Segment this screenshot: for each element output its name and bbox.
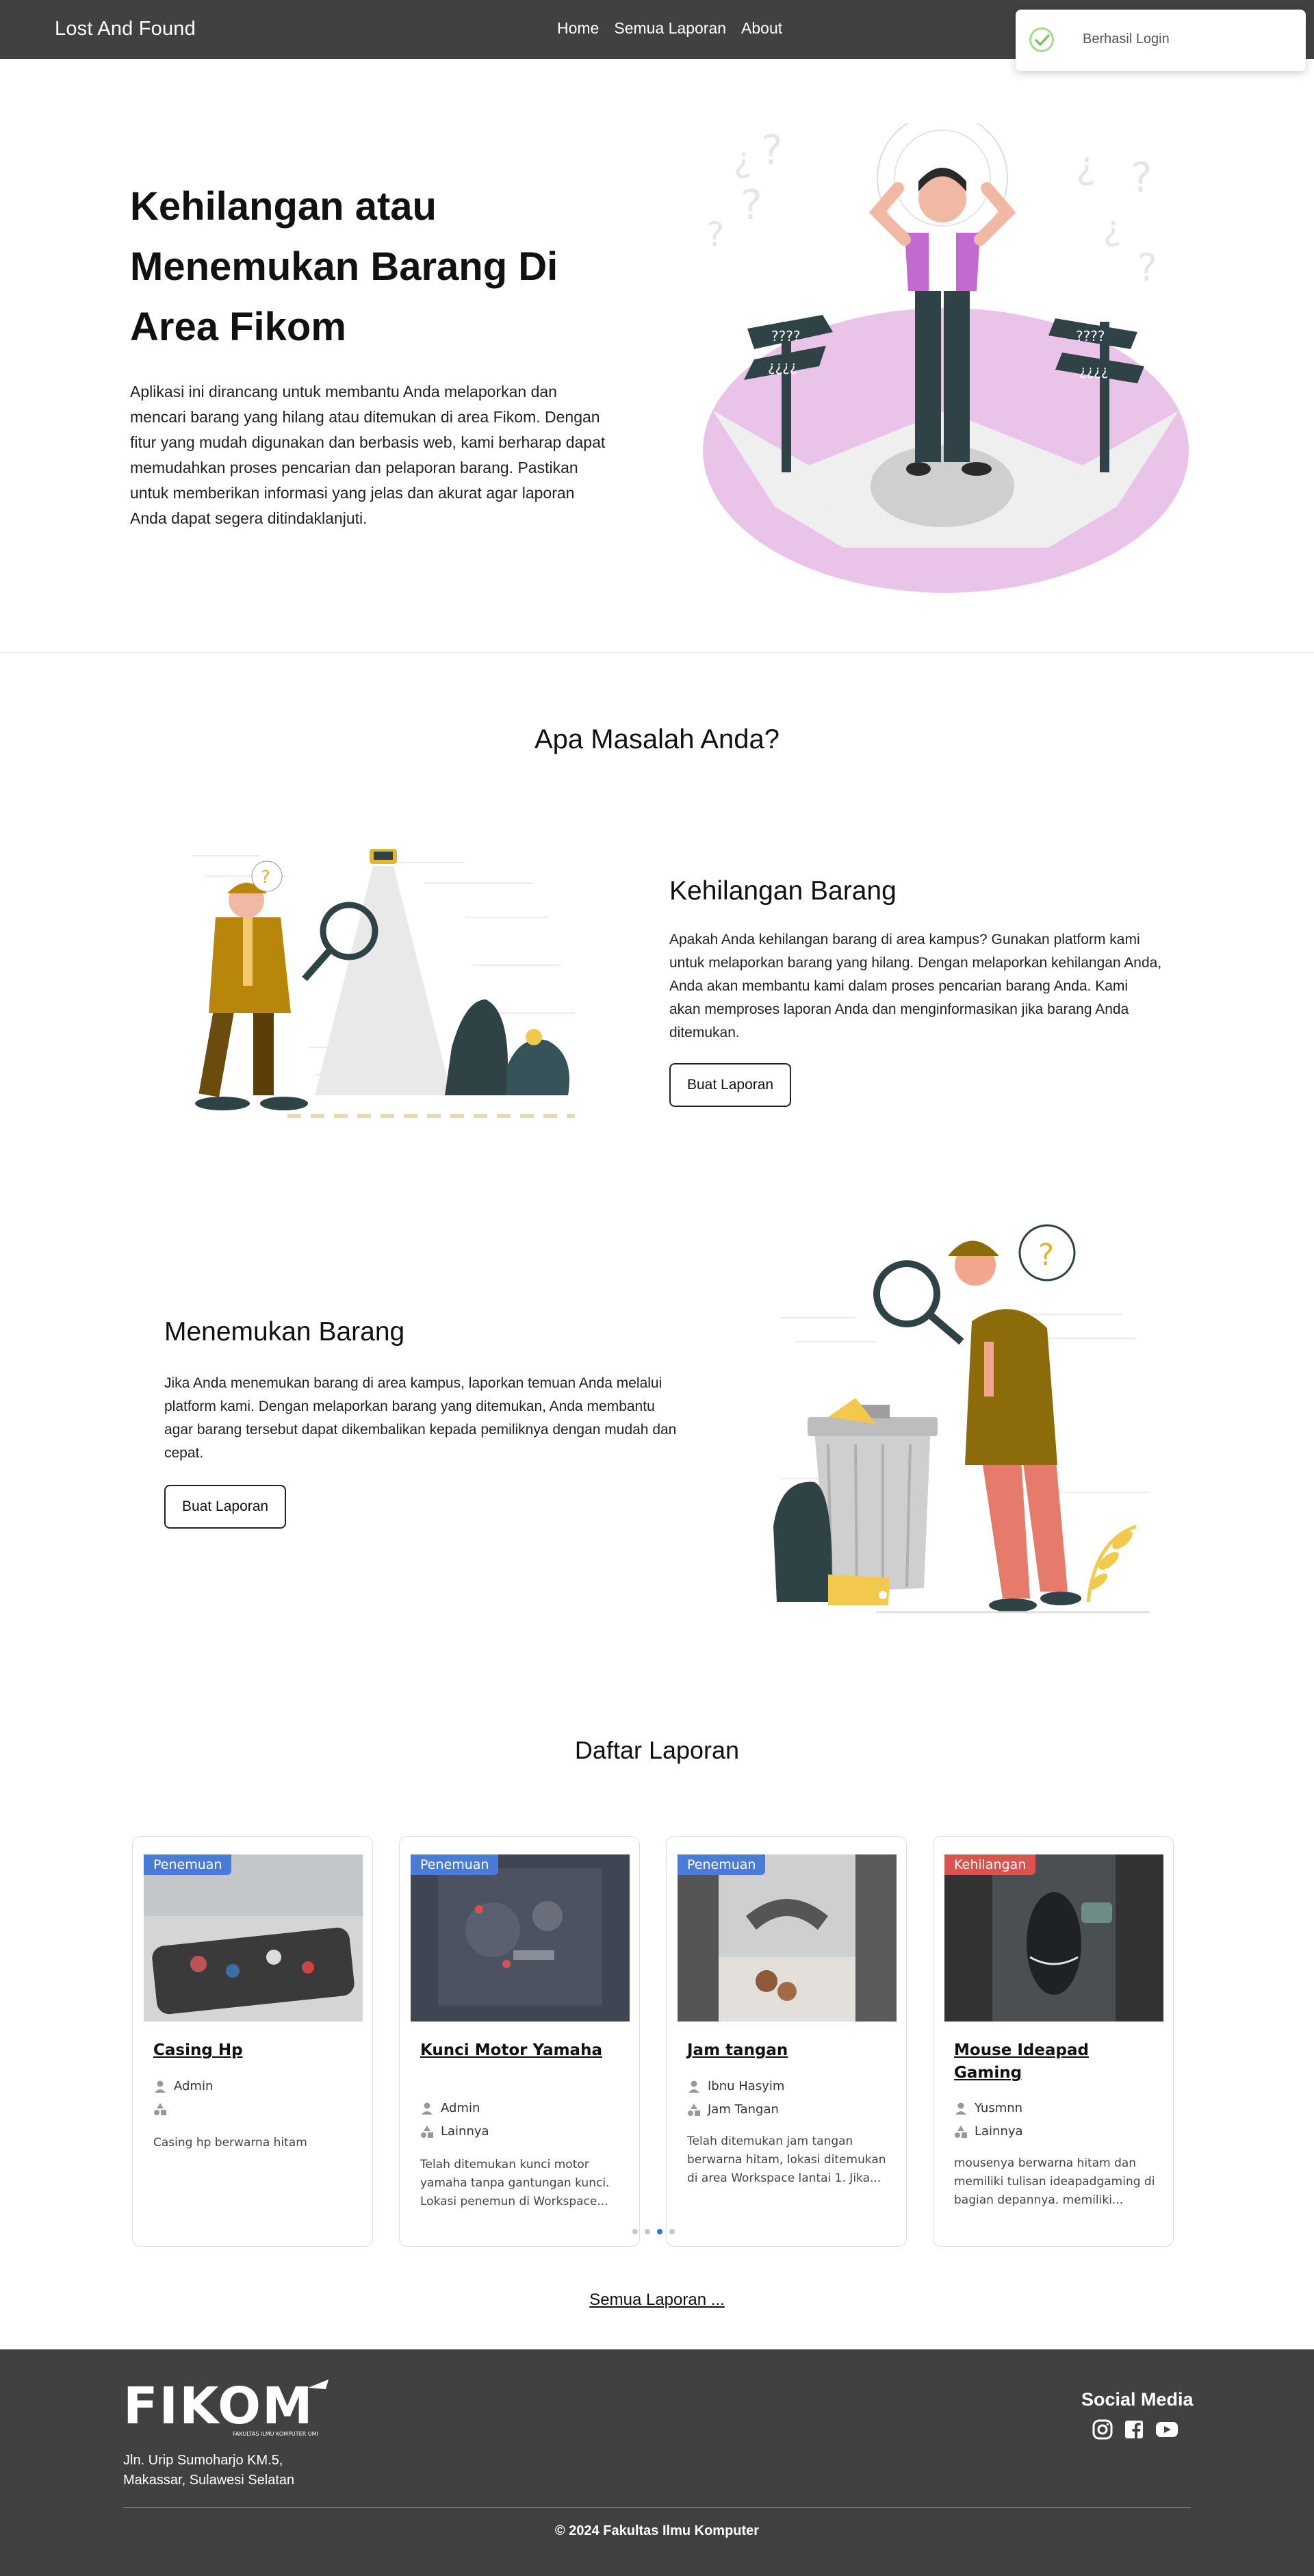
social-media-title: Social Media	[1081, 2389, 1194, 2410]
report-reporter-name: Admin	[441, 2101, 480, 2115]
report-reporter: Ibnu Hasyim	[687, 2079, 784, 2093]
report-reporter-name: Admin	[174, 2079, 214, 2093]
nav-links: Home Semua Laporan About	[557, 19, 782, 38]
report-card[interactable]: Penemuan Casing Hp Admin Casing hp berwa…	[132, 1836, 373, 2247]
footer-address: Jln. Urip Sumoharjo KM.5, Makassar, Sula…	[123, 2451, 397, 2490]
fikom-logo: FIKOM FAKULTAS ILMU KOMPUTER UMI	[123, 2377, 335, 2446]
report-reporter: Admin	[153, 2079, 213, 2093]
carousel-dot[interactable]	[669, 2229, 675, 2234]
report-description: mousenya berwarna hitam dan memiliki tul…	[954, 2156, 1155, 2207]
report-description: Casing hp berwarna hitam	[153, 2136, 307, 2150]
found-item-illustration: ?	[773, 1224, 1150, 1614]
report-reporter: Yusmnn	[954, 2101, 1022, 2115]
svg-text:¿: ¿	[1103, 208, 1122, 248]
svg-text:?: ?	[261, 867, 270, 888]
nav-link-semua-laporan[interactable]: Semua Laporan	[614, 19, 726, 38]
lost-section-title: Kehilangan Barang	[669, 876, 897, 906]
facebook-icon[interactable]	[1124, 2419, 1144, 2440]
found-section-description: Jika Anda menemukan barang di area kampu…	[164, 1375, 677, 1461]
nav-link-about[interactable]: About	[741, 19, 782, 38]
lost-section-description: Apakah Anda kehilangan barang di area ka…	[669, 932, 1162, 1041]
svg-text:FAKULTAS ILMU KOMPUTER UMI: FAKULTAS ILMU KOMPUTER UMI	[233, 2431, 318, 2437]
svg-text:?: ?	[706, 215, 725, 255]
report-photo	[678, 1854, 897, 2022]
report-description: Telah ditemukan kunci motor yamaha tanpa…	[420, 2158, 610, 2208]
category-icon	[688, 2103, 700, 2116]
report-card[interactable]: Penemuan Jam tangan Ibnu Hasyim Jam Tang…	[666, 1836, 907, 2247]
lost-report-button[interactable]: Buat Laporan	[669, 1063, 792, 1107]
report-location-name: Lainnya	[441, 2124, 489, 2139]
report-reporter: Admin	[420, 2101, 480, 2115]
carousel-dot[interactable]	[632, 2229, 638, 2234]
report-location: Lainnya	[420, 2124, 489, 2139]
report-location: Jam Tangan	[687, 2102, 779, 2117]
report-description: Telah ditemukan jam tangan berwarna hita…	[687, 2134, 886, 2185]
status-badge: Penemuan	[144, 1854, 232, 1875]
section-divider	[0, 652, 1314, 653]
toast-message: Berhasil Login	[1083, 31, 1170, 47]
svg-text:?: ?	[1137, 246, 1157, 290]
copyright: © 2024 Fakultas Ilmu Komputer	[554, 2523, 760, 2538]
user-icon	[422, 2102, 433, 2115]
address-line-1: Jln. Urip Sumoharjo KM.5,	[123, 2453, 283, 2468]
report-location	[153, 2102, 174, 2116]
carousel-dot-active[interactable]	[657, 2229, 662, 2234]
report-location-name: Jam Tangan	[708, 2102, 779, 2117]
carousel-pagination	[632, 2229, 675, 2234]
all-reports-link[interactable]: Semua Laporan ...	[0, 2291, 1314, 2310]
found-report-button[interactable]: Buat Laporan	[164, 1485, 287, 1529]
svg-text:¿¿¿¿: ¿¿¿¿	[1079, 362, 1108, 379]
instagram-icon[interactable]	[1092, 2419, 1113, 2440]
user-icon	[688, 2080, 699, 2093]
report-title[interactable]: Kunci Motor Yamaha	[420, 2039, 612, 2062]
category-icon	[955, 2125, 967, 2138]
address-line-2: Makassar, Sulawesi Selatan	[123, 2473, 295, 2488]
footer: FIKOM FAKULTAS ILMU KOMPUTER UMI Jln. Ur…	[0, 2349, 1314, 2576]
login-toast[interactable]: Berhasil Login	[1016, 10, 1306, 71]
check-circle-icon	[1029, 27, 1054, 52]
svg-text:?: ?	[1038, 1238, 1054, 1273]
svg-text:?: ?	[761, 127, 783, 175]
report-reporter-name: Ibnu Hasyim	[708, 2079, 785, 2093]
report-photo	[144, 1854, 363, 2022]
footer-divider	[123, 2507, 1191, 2508]
problem-section-title: Apa Masalah Anda?	[534, 724, 780, 754]
category-icon	[154, 2103, 166, 2115]
svg-text:????: ????	[1076, 328, 1105, 344]
youtube-icon[interactable]	[1155, 2419, 1178, 2440]
hero-title: Kehilangan atau Menemukan Barang Di Area…	[130, 184, 558, 349]
report-card[interactable]: Kehilangan Mouse Ideapad Gaming Yusmnn L…	[933, 1836, 1174, 2247]
report-location: Lainnya	[954, 2124, 1023, 2139]
report-title[interactable]: Mouse Ideapad Gaming	[954, 2039, 1146, 2084]
report-photo	[411, 1854, 630, 2022]
user-icon	[955, 2102, 966, 2115]
brand-logo[interactable]: Lost And Found	[55, 18, 196, 40]
report-card[interactable]: Penemuan Kunci Motor Yamaha Admin Lainny…	[399, 1836, 640, 2247]
svg-text:?: ?	[740, 181, 762, 229]
reports-section-title: Daftar Laporan	[574, 1736, 740, 1764]
report-location-name: Lainnya	[975, 2124, 1023, 2139]
report-photo	[944, 1854, 1163, 2022]
hero-description: Aplikasi ini dirancang untuk membantu An…	[130, 383, 606, 527]
status-badge: Kehilangan	[944, 1854, 1036, 1875]
svg-text:¿: ¿	[1076, 143, 1096, 187]
svg-text:????: ????	[771, 328, 800, 344]
hero-illustration: ¿ ? ? ? ¿ ? ¿ ? ???? ¿¿¿¿ ???? ¿¿¿¿	[703, 123, 1189, 593]
report-title[interactable]: Casing Hp	[153, 2039, 345, 2062]
category-icon	[421, 2125, 433, 2138]
user-icon	[155, 2080, 166, 2093]
svg-text:¿: ¿	[734, 140, 752, 179]
social-links	[1092, 2419, 1178, 2440]
svg-text:¿¿¿¿: ¿¿¿¿	[768, 358, 797, 374]
report-reporter-name: Yusmnn	[975, 2101, 1023, 2115]
report-title[interactable]: Jam tangan	[687, 2039, 879, 2062]
status-badge: Penemuan	[411, 1854, 499, 1875]
svg-text:?: ?	[1131, 154, 1152, 202]
svg-text:FIKOM: FIKOM	[123, 2380, 314, 2436]
found-section-title: Menemukan Barang	[164, 1317, 405, 1347]
lost-item-illustration: ?	[192, 849, 575, 1118]
nav-link-home[interactable]: Home	[557, 19, 599, 38]
carousel-dot[interactable]	[645, 2229, 650, 2234]
status-badge: Penemuan	[678, 1854, 766, 1875]
